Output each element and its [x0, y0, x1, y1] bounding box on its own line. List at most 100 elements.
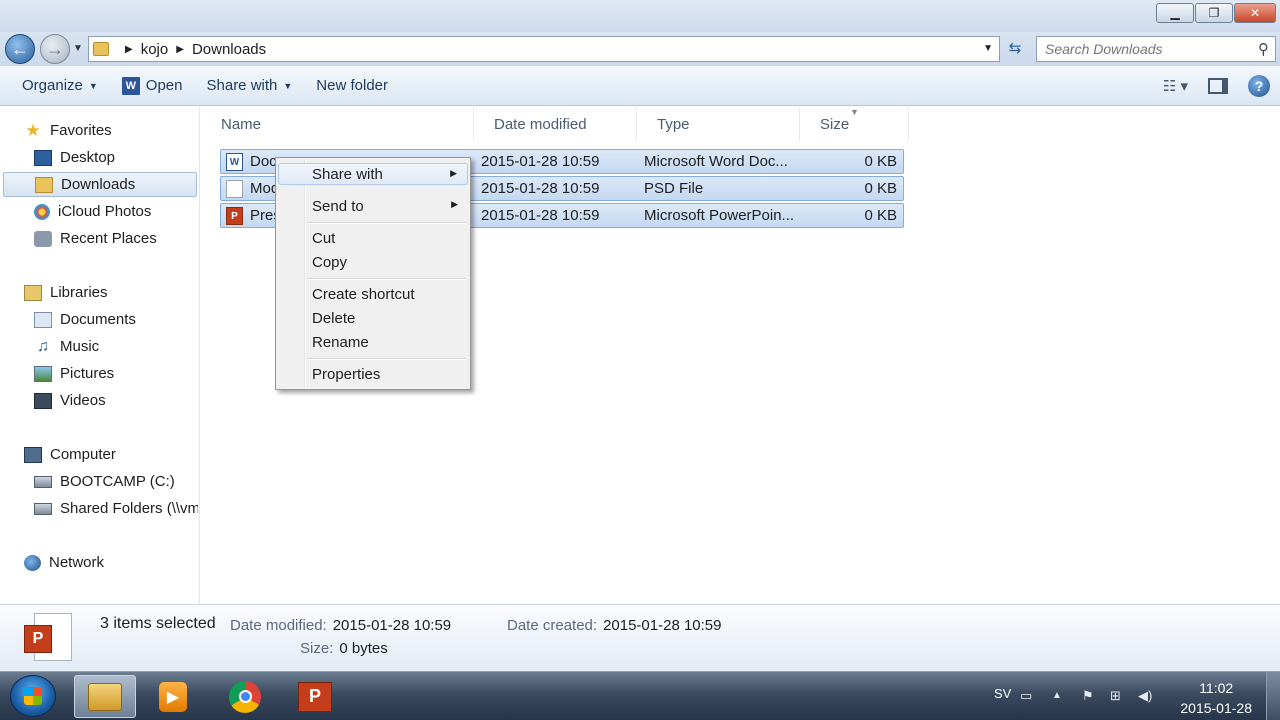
detail-value: 2015-01-28 10:59	[603, 617, 722, 634]
column-header-name[interactable]: Name	[201, 107, 474, 141]
menu-item-delete[interactable]: Delete	[278, 307, 468, 329]
videos-icon	[34, 392, 52, 409]
sort-arrow-icon: ▼	[850, 107, 859, 117]
menu-item-share-with[interactable]: Share with ▶	[278, 163, 468, 185]
refresh-button[interactable]: ⇆	[1004, 39, 1026, 59]
clock-time: 11:02	[1199, 680, 1234, 696]
nav-music[interactable]: ♫ Music	[34, 334, 198, 359]
taskbar-chrome[interactable]	[214, 675, 276, 718]
minimize-button[interactable]: ▁	[1156, 3, 1194, 23]
detail-size: Size: 0 bytes	[300, 640, 388, 657]
taskbar-media-player[interactable]: ▶	[142, 675, 204, 718]
organize-button[interactable]: Organize ▼	[10, 66, 110, 105]
show-desktop-button[interactable]	[1266, 672, 1280, 720]
menu-item-send-to[interactable]: Send to ▶	[278, 195, 468, 217]
detail-key: Date created:	[507, 617, 598, 634]
nav-recent-places[interactable]: Recent Places	[34, 226, 198, 251]
view-controls: ☷ ▾ ?	[1163, 66, 1270, 106]
word-icon: W	[121, 76, 140, 95]
nav-favorites[interactable]: ★ Favorites	[24, 118, 196, 143]
action-center-icon[interactable]: ⚑	[1082, 688, 1094, 704]
change-view-icon[interactable]: ☷ ▾	[1163, 77, 1188, 95]
nav-libraries[interactable]: Libraries	[24, 280, 196, 305]
new-folder-button[interactable]: New folder	[304, 66, 400, 105]
share-with-button[interactable]: Share with ▼	[195, 66, 305, 105]
network-icon	[24, 554, 41, 571]
nav-computer[interactable]: Computer	[24, 442, 196, 467]
nav-pictures[interactable]: Pictures	[34, 361, 198, 386]
nav-label: Videos	[60, 392, 106, 409]
nav-videos[interactable]: Videos	[34, 388, 198, 413]
word-document-icon: W	[226, 153, 243, 171]
forward-arrow-icon: →	[46, 38, 64, 59]
nav-downloads[interactable]: Downloads	[3, 172, 197, 197]
taskbar-explorer[interactable]	[74, 675, 136, 718]
blank-file-icon	[226, 180, 243, 198]
address-history-dropdown[interactable]: ▼	[983, 43, 993, 54]
show-hidden-icons-icon[interactable]: ▲	[1052, 690, 1062, 701]
column-label: Date modified	[494, 115, 587, 133]
nav-label: Computer	[50, 446, 116, 463]
nav-bootcamp-drive[interactable]: BOOTCAMP (C:)	[34, 469, 198, 494]
language-indicator[interactable]: SV	[994, 686, 1011, 701]
maximize-button[interactable]: ❐	[1195, 3, 1233, 23]
recent-pages-dropdown[interactable]: ▼	[73, 43, 83, 54]
title-bar: ▁ ❐ ✕	[0, 0, 1280, 32]
network-status-icon[interactable]: ⊞	[1110, 688, 1121, 704]
command-bar: Organize ▼ W Open Share with ▼ New folde…	[0, 66, 1280, 106]
file-type: Microsoft Word Doc...	[644, 153, 788, 170]
window-controls: ▁ ❐ ✕	[1156, 3, 1276, 23]
address-bar[interactable]: ▶ kojo ▶ Downloads ▼	[88, 36, 1000, 62]
menu-label: Send to	[312, 197, 364, 215]
volume-icon[interactable]: ◀)	[1138, 688, 1152, 704]
breadcrumb-downloads[interactable]: Downloads	[192, 41, 266, 58]
forward-button[interactable]: →	[40, 34, 70, 64]
help-icon[interactable]: ?	[1248, 75, 1270, 97]
chevron-right-icon[interactable]: ▶	[176, 44, 184, 55]
nav-network[interactable]: Network	[24, 550, 196, 575]
nav-desktop[interactable]: Desktop	[34, 145, 198, 170]
navigation-pane: ★ Favorites Desktop Downloads iCloud Phot…	[0, 107, 200, 604]
open-button[interactable]: W Open	[110, 66, 195, 105]
organize-label: Organize	[22, 77, 83, 94]
menu-item-rename[interactable]: Rename	[278, 331, 468, 353]
nav-icloud-photos[interactable]: iCloud Photos	[34, 199, 198, 224]
column-header-type[interactable]: Type	[637, 107, 800, 141]
back-button[interactable]: ←	[5, 34, 35, 64]
search-icon[interactable]: ⚲	[1258, 40, 1269, 58]
nav-label: Downloads	[61, 176, 136, 193]
nav-label: Favorites	[50, 122, 112, 139]
clock-date: 2015-01-28	[1180, 700, 1252, 716]
column-header-date-modified[interactable]: Date modified	[474, 107, 637, 141]
submenu-arrow-icon: ▶	[451, 199, 458, 209]
file-date: 2015-01-28 10:59	[481, 207, 600, 224]
menu-item-properties[interactable]: Properties	[278, 363, 468, 385]
chevron-right-icon[interactable]: ▶	[125, 44, 133, 55]
nav-shared-folders[interactable]: Shared Folders (\\vm	[34, 496, 198, 521]
selection-count: 3 items selected	[100, 615, 216, 632]
menu-item-create-shortcut[interactable]: Create shortcut	[278, 283, 468, 305]
taskbar: ▶ P SV ▭ ▲ ⚑ ⊞ ◀) 11:02 2015-01-28	[0, 671, 1280, 720]
file-size: 0 KB	[864, 153, 897, 170]
menu-item-cut[interactable]: Cut	[278, 227, 468, 249]
menu-item-copy[interactable]: Copy	[278, 251, 468, 273]
powerpoint-icon: P	[226, 207, 243, 225]
open-label: Open	[145, 77, 183, 94]
close-icon: ✕	[1249, 6, 1261, 20]
start-button[interactable]	[10, 675, 56, 717]
close-button[interactable]: ✕	[1234, 3, 1276, 23]
search-input[interactable]	[1045, 41, 1245, 57]
nav-label: Network	[49, 554, 105, 571]
taskbar-powerpoint[interactable]: P	[284, 675, 346, 718]
preview-pane-icon[interactable]	[1208, 78, 1228, 94]
keyboard-icon[interactable]: ▭	[1020, 688, 1032, 704]
clock[interactable]: 11:02 2015-01-28	[1180, 678, 1252, 718]
nav-documents[interactable]: Documents	[34, 307, 198, 332]
context-menu: Share with ▶ Send to ▶ Cut Copy Create sho…	[275, 157, 471, 390]
detail-key: Date modified:	[230, 617, 327, 634]
star-icon: ★	[25, 120, 41, 140]
breadcrumb-kojo[interactable]: kojo	[141, 41, 169, 58]
desktop-icon	[34, 149, 52, 166]
file-type: PSD File	[644, 180, 704, 197]
nav-label: Documents	[60, 311, 136, 328]
